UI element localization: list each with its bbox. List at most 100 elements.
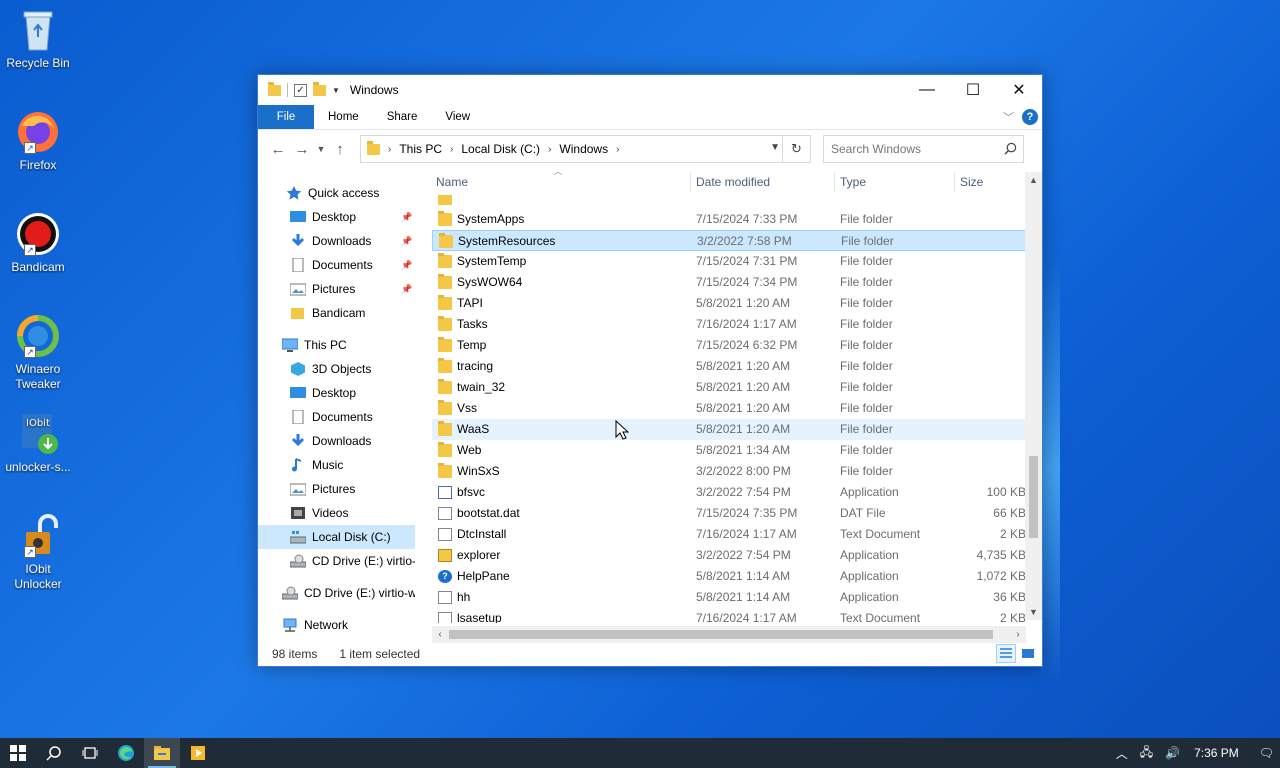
search-input[interactable]: Search Windows [823, 135, 1024, 163]
table-row[interactable]: hh 5/8/2021 1:14 AM Application 36 KB [432, 587, 1026, 608]
nav-videos[interactable]: Videos [258, 501, 415, 525]
back-button[interactable]: ← [266, 141, 290, 158]
table-row-hovered[interactable]: WaaS 5/8/2021 1:20 AM File folder [432, 419, 1026, 440]
column-divider[interactable] [954, 172, 955, 192]
recent-locations-chevron-icon[interactable]: ▼ [314, 144, 328, 154]
nav-pictures-quick[interactable]: Pictures 📌 [258, 277, 415, 301]
breadcrumb-separator[interactable]: › [548, 144, 551, 155]
desktop-icon-unlocker-setup[interactable]: IObit unlocker-s... [2, 410, 74, 475]
table-row-partial[interactable] [432, 195, 1026, 209]
pin-icon[interactable]: 📌 [401, 260, 412, 271]
forward-button[interactable]: → [290, 141, 314, 158]
breadcrumb-separator[interactable]: › [450, 144, 453, 155]
up-button[interactable]: ↑ [328, 141, 352, 158]
nav-documents-quick[interactable]: Documents 📌 [258, 253, 415, 277]
table-row[interactable]: Temp 7/15/2024 6:32 PM File folder [432, 335, 1026, 356]
pin-icon[interactable]: 📌 [401, 212, 412, 223]
vertical-scrollbar[interactable]: ▲ ▼ [1025, 172, 1042, 620]
nav-local-disk-c[interactable]: Local Disk (C:) [258, 525, 415, 549]
breadcrumb-separator[interactable]: › [388, 144, 391, 155]
table-row[interactable]: WinSxS 3/2/2022 8:00 PM File folder [432, 461, 1026, 482]
table-row[interactable]: ? HelpPane 5/8/2021 1:14 AM Application … [432, 566, 1026, 587]
nav-downloads-quick[interactable]: Downloads 📌 [258, 229, 415, 253]
customize-toolbar-chevron-icon[interactable]: ▼ [332, 86, 340, 95]
maximize-button[interactable]: ☐ [950, 75, 996, 105]
task-view-button[interactable] [72, 738, 108, 768]
search-button[interactable] [36, 738, 72, 768]
new-folder-icon[interactable] [313, 81, 326, 96]
table-row[interactable]: bootstat.dat 7/15/2024 7:35 PM DAT File … [432, 503, 1026, 524]
tab-share[interactable]: Share [373, 105, 432, 129]
column-size[interactable]: Size [960, 175, 983, 189]
pin-icon[interactable]: 📌 [401, 284, 412, 295]
table-row[interactable]: SystemTemp 7/15/2024 7:31 PM File folder [432, 251, 1026, 272]
clock[interactable]: 7:36 PM [1194, 746, 1239, 760]
tab-view[interactable]: View [431, 105, 484, 129]
volume-icon[interactable]: 🔊 [1165, 746, 1180, 760]
scroll-down-icon[interactable]: ▼ [1025, 604, 1042, 620]
show-hidden-icons-chevron-icon[interactable]: ︿ [1116, 745, 1128, 762]
column-date-modified[interactable]: Date modified [696, 175, 770, 189]
table-row[interactable]: Tasks 7/16/2024 1:17 AM File folder [432, 314, 1026, 335]
table-row[interactable]: TAPI 5/8/2021 1:20 AM File folder [432, 293, 1026, 314]
column-name[interactable]: Name [436, 175, 468, 189]
scroll-up-icon[interactable]: ▲ [1025, 172, 1042, 188]
nav-music[interactable]: Music [258, 453, 415, 477]
nav-cd-drive-e[interactable]: CD Drive (E:) virtio-w [258, 581, 415, 605]
column-type[interactable]: Type [840, 175, 866, 189]
table-row[interactable]: SystemApps 7/15/2024 7:33 PM File folder [432, 209, 1026, 230]
refresh-button[interactable]: ↻ [782, 136, 810, 162]
properties-icon[interactable]: ✓ [294, 83, 307, 97]
nav-3d-objects[interactable]: 3D Objects [258, 357, 415, 381]
network-icon[interactable]: 🖧 [1140, 743, 1153, 764]
address-history-chevron-icon[interactable]: ▼ [770, 142, 780, 153]
nav-cd-drive-e-child[interactable]: CD Drive (E:) virtio-w [258, 549, 415, 573]
nav-quick-access[interactable]: Quick access [258, 181, 415, 205]
table-row[interactable]: SysWOW64 7/15/2024 7:34 PM File folder [432, 272, 1026, 293]
large-icons-view-button[interactable] [1018, 644, 1038, 663]
notifications-icon[interactable]: 🗨 [1259, 746, 1274, 760]
minimize-button[interactable]: — [904, 75, 950, 105]
nav-network[interactable]: Network [258, 613, 415, 637]
taskbar-app[interactable] [180, 738, 216, 768]
tab-file[interactable]: File [258, 105, 314, 129]
column-divider[interactable] [690, 172, 691, 192]
breadcrumb-this-pc[interactable]: This PC [399, 142, 442, 156]
nav-this-pc[interactable]: This PC [258, 333, 415, 357]
close-button[interactable]: ✕ [996, 75, 1042, 105]
start-button[interactable] [0, 738, 36, 768]
nav-bandicam[interactable]: Bandicam [258, 301, 415, 325]
desktop-icon-iobit-unlocker[interactable]: ↗ IObit Unlocker [2, 512, 74, 592]
nav-desktop[interactable]: Desktop [258, 381, 415, 405]
help-icon[interactable]: ? [1022, 109, 1038, 125]
address-bar[interactable]: › This PC › Local Disk (C:) › Windows › … [360, 135, 811, 163]
table-row[interactable]: lsasetup 7/16/2024 1:17 AM Text Document… [432, 608, 1026, 623]
table-row[interactable]: bfsvc 3/2/2022 7:54 PM Application 100 K… [432, 482, 1026, 503]
table-row[interactable]: twain_32 5/8/2021 1:20 AM File folder [432, 377, 1026, 398]
title-bar[interactable]: ✓ ▼ Windows — ☐ ✕ [258, 75, 1042, 105]
pin-icon[interactable]: 📌 [401, 236, 412, 247]
scroll-thumb[interactable] [1029, 456, 1038, 538]
details-view-button[interactable] [996, 644, 1016, 663]
tab-home[interactable]: Home [314, 105, 373, 129]
desktop-icon-recycle-bin[interactable]: Recycle Bin [2, 6, 74, 71]
taskbar-file-explorer[interactable] [144, 738, 180, 768]
nav-downloads[interactable]: Downloads [258, 429, 415, 453]
nav-pictures[interactable]: Pictures [258, 477, 415, 501]
nav-desktop-quick[interactable]: Desktop 📌 [258, 205, 415, 229]
table-row[interactable]: explorer 3/2/2022 7:54 PM Application 4,… [432, 545, 1026, 566]
breadcrumb-local-disk[interactable]: Local Disk (C:) [461, 142, 540, 156]
table-row-selected[interactable]: SystemResources 3/2/2022 7:58 PM File fo… [432, 230, 1026, 251]
breadcrumb-separator[interactable]: › [616, 144, 619, 155]
nav-documents[interactable]: Documents [258, 405, 415, 429]
expand-ribbon-chevron-icon[interactable]: ﹀ [1003, 109, 1014, 125]
table-row[interactable]: tracing 5/8/2021 1:20 AM File folder [432, 356, 1026, 377]
desktop-icon-winaero-tweaker[interactable]: ↗ Winaero Tweaker [2, 312, 74, 392]
breadcrumb-windows[interactable]: Windows [559, 142, 608, 156]
column-divider[interactable] [834, 172, 835, 192]
table-row[interactable]: DtcInstall 7/16/2024 1:17 AM Text Docume… [432, 524, 1026, 545]
table-row[interactable]: Vss 5/8/2021 1:20 AM File folder [432, 398, 1026, 419]
scroll-thumb[interactable] [449, 630, 993, 639]
desktop-icon-firefox[interactable]: ↗ Firefox [2, 108, 74, 173]
taskbar-edge[interactable] [108, 738, 144, 768]
